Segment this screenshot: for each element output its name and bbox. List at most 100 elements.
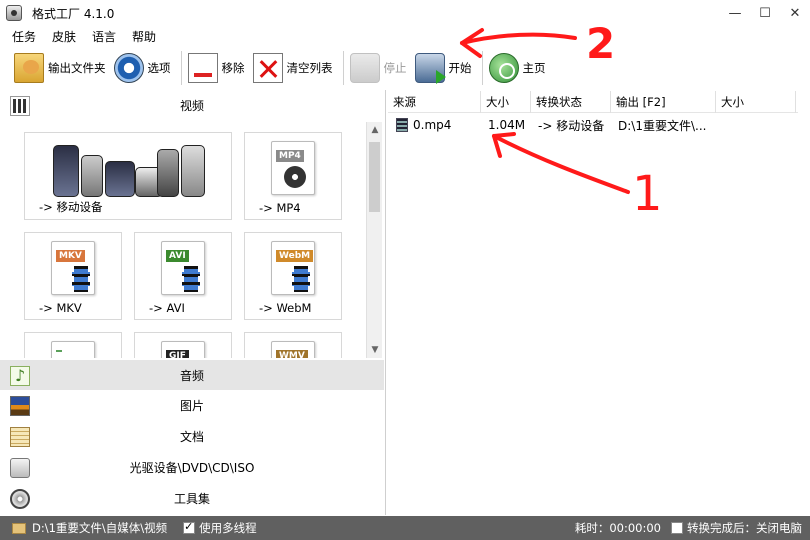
output-folder-button[interactable]: 输出文件夹 (14, 50, 106, 86)
category-video-label: 视频 (179, 98, 204, 113)
clear-list-label: 清空列表 (286, 61, 333, 75)
category-panel: 视频 -> 移动设备 MP4 -> MP4 MKV -> MKV AVI -> … (0, 90, 386, 515)
elapsed-time: 耗时：00:00:00 (574, 521, 661, 535)
close-button[interactable]: ✕ (780, 0, 810, 26)
multithread-label: 使用多线程 (199, 521, 257, 535)
video-film-icon (10, 96, 30, 116)
menu-help[interactable]: 帮助 (132, 28, 156, 45)
scrollbar-thumb[interactable] (369, 142, 380, 212)
clear-list-button[interactable]: 清空列表 (252, 50, 333, 86)
tile-avi[interactable]: AVI -> AVI (134, 232, 232, 320)
stop-label: 停止 (383, 61, 407, 75)
maximize-button[interactable]: ☐ (750, 0, 780, 26)
toolbar-divider (180, 51, 182, 85)
status-bar: D:\1重要文件\自媒体\视频 使用多线程 耗时：00:00:00 转换完成后：… (0, 516, 810, 540)
after-convert-label: 转换完成后：关闭电脑 (687, 521, 802, 535)
row-output: D:\1重要文件\... (618, 118, 707, 133)
column-output[interactable]: 输出 [F2] (611, 91, 716, 113)
tile-gif[interactable]: GIF (134, 332, 232, 358)
tile-webm[interactable]: WebM -> WebM (244, 232, 342, 320)
stop-button[interactable]: 停止 (349, 50, 407, 86)
webm-file-icon: WebM (271, 241, 315, 295)
task-list-header: 来源 大小 转换状态 输出 [F2] 大小 (388, 91, 798, 113)
window-controls: — ☐ ✕ (720, 0, 810, 26)
video-grid-scrollbar[interactable]: ▲ ▼ (366, 122, 382, 358)
scroll-up-icon[interactable]: ▲ (367, 122, 383, 138)
video-file-icon (51, 341, 95, 358)
toolbar-divider (342, 51, 344, 85)
document-icon (10, 427, 30, 447)
menu-language[interactable]: 语言 (92, 28, 116, 45)
category-document[interactable]: 文档 (0, 421, 384, 451)
multithread-checkbox[interactable] (183, 520, 196, 534)
options-label: 选项 (147, 61, 171, 75)
category-tools[interactable]: 工具集 (0, 483, 384, 513)
picture-icon (10, 396, 30, 416)
clear-x-icon (252, 53, 283, 83)
tile-mkv[interactable]: MKV -> MKV (24, 232, 122, 320)
mobile-devices-icon (53, 141, 205, 197)
after-convert-checkbox[interactable] (671, 522, 683, 534)
wmv-file-icon: WMV (271, 341, 315, 358)
menu-bar: 任务 皮肤 语言 帮助 (0, 26, 810, 46)
row-size: 1.04M (488, 118, 526, 132)
tile-avi-label: -> AVI (149, 301, 185, 315)
category-document-label: 文档 (179, 429, 204, 444)
minimize-button[interactable]: — (720, 0, 750, 26)
tools-reel-icon (10, 489, 30, 509)
output-folder-label: 输出文件夹 (48, 61, 106, 75)
remove-label: 移除 (221, 61, 245, 75)
mp4-file-icon: MP4 (271, 141, 315, 195)
options-button[interactable]: 选项 (113, 50, 171, 86)
category-audio[interactable]: 音频 (0, 360, 384, 390)
stop-icon (349, 53, 380, 83)
window-title: 格式工厂 4.1.0 (32, 6, 115, 21)
remove-button[interactable]: 移除 (187, 50, 245, 86)
tile-mp4-label: -> MP4 (259, 201, 301, 215)
film-strip-icon (292, 266, 310, 292)
film-strip-icon (72, 266, 90, 292)
video-file-icon (396, 118, 408, 132)
tile-mobile-device[interactable]: -> 移动设备 (24, 132, 232, 220)
scroll-down-icon[interactable]: ▼ (367, 342, 383, 358)
mkv-file-icon: MKV (51, 241, 95, 295)
disc-drive-icon (10, 458, 30, 478)
output-path[interactable]: D:\1重要文件\自媒体\视频 (32, 520, 167, 536)
remove-icon (187, 53, 218, 83)
tile-format[interactable] (24, 332, 122, 358)
film-reel-icon (284, 166, 306, 188)
category-disc[interactable]: 光驱设备\DVD\CD\ISO (0, 452, 384, 482)
category-disc-label: 光驱设备\DVD\CD\ISO (129, 460, 255, 475)
home-button[interactable]: 主页 (488, 50, 546, 86)
menu-skin[interactable]: 皮肤 (52, 28, 76, 45)
row-source: 0.mp4 (413, 118, 452, 132)
tile-wmv[interactable]: WMV (244, 332, 342, 358)
column-size[interactable]: 大小 (481, 91, 531, 113)
category-image[interactable]: 图片 (0, 390, 384, 420)
category-video[interactable]: 视频 (0, 90, 384, 120)
folder-icon (12, 522, 26, 534)
tile-mobile-label: -> 移动设备 (39, 200, 103, 214)
home-label: 主页 (522, 61, 546, 75)
folder-icon (14, 53, 44, 83)
table-row[interactable]: 0.mp4 1.04M -> 移动设备 D:\1重要文件\... (388, 114, 798, 136)
tile-webm-label: -> WebM (259, 301, 312, 315)
category-image-label: 图片 (179, 398, 204, 413)
row-status: -> 移动设备 (538, 118, 605, 133)
start-play-icon (414, 53, 446, 84)
gif-file-icon: GIF (161, 341, 205, 358)
start-label: 开始 (448, 61, 472, 75)
category-tools-label: 工具集 (173, 491, 210, 506)
home-search-icon (488, 53, 519, 83)
music-note-icon (10, 366, 30, 386)
column-status[interactable]: 转换状态 (531, 91, 611, 113)
category-audio-label: 音频 (179, 368, 204, 383)
menu-task[interactable]: 任务 (12, 28, 36, 45)
title-bar: 格式工厂 4.1.0 — ☐ ✕ (0, 0, 810, 26)
start-button[interactable]: 开始 (414, 50, 472, 86)
column-source[interactable]: 来源 (388, 91, 481, 113)
toolbar: 输出文件夹 选项 移除 清空列表 停止 开始 主页 (0, 47, 810, 89)
column-output-size[interactable]: 大小 (716, 91, 796, 113)
tile-mp4[interactable]: MP4 -> MP4 (244, 132, 342, 220)
app-logo-icon (6, 5, 22, 21)
